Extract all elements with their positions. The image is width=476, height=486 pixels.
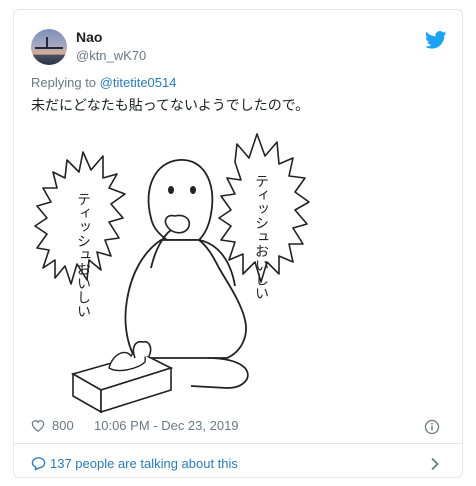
footer-divider [14, 443, 462, 444]
creature-left-eye [168, 186, 174, 194]
info-icon[interactable] [424, 419, 440, 435]
tweet-text: 未だにどなたも貼ってないようでしたので。 [31, 97, 310, 113]
user-handle[interactable]: @ktn_wK70 [76, 48, 146, 63]
creature-reaching-hand [132, 340, 152, 359]
heart-icon[interactable] [31, 419, 45, 433]
replying-to: Replying to @titetite0514 [31, 75, 176, 90]
tweet-media-image[interactable]: ティッシュおいしい ティッシュおいしい [31, 122, 331, 415]
creature-leg [190, 357, 249, 389]
right-bubble-text: ティッシュおいしい [253, 174, 269, 300]
display-name[interactable]: Nao [76, 29, 102, 45]
creature-right-eye [190, 186, 196, 194]
creature-body [124, 239, 247, 359]
left-bubble-text: ティッシュおいしい [75, 192, 91, 318]
replying-to-link[interactable]: @titetite0514 [100, 75, 177, 90]
tweet-card: Nao @ktn_wK70 Replying to @titetite0514 … [13, 9, 463, 478]
speech-bubble-icon [31, 457, 46, 471]
twitter-bird-icon[interactable] [425, 31, 447, 49]
avatar[interactable] [31, 29, 67, 65]
like-count[interactable]: 800 [52, 418, 74, 433]
tweet-timestamp[interactable]: 10:06 PM - Dec 23, 2019 [94, 418, 239, 433]
conversation-label[interactable]: 137 people are talking about this [50, 456, 238, 471]
replying-prefix: Replying to [31, 75, 97, 90]
chevron-right-icon[interactable] [430, 457, 440, 471]
bridge-deck [35, 47, 63, 49]
